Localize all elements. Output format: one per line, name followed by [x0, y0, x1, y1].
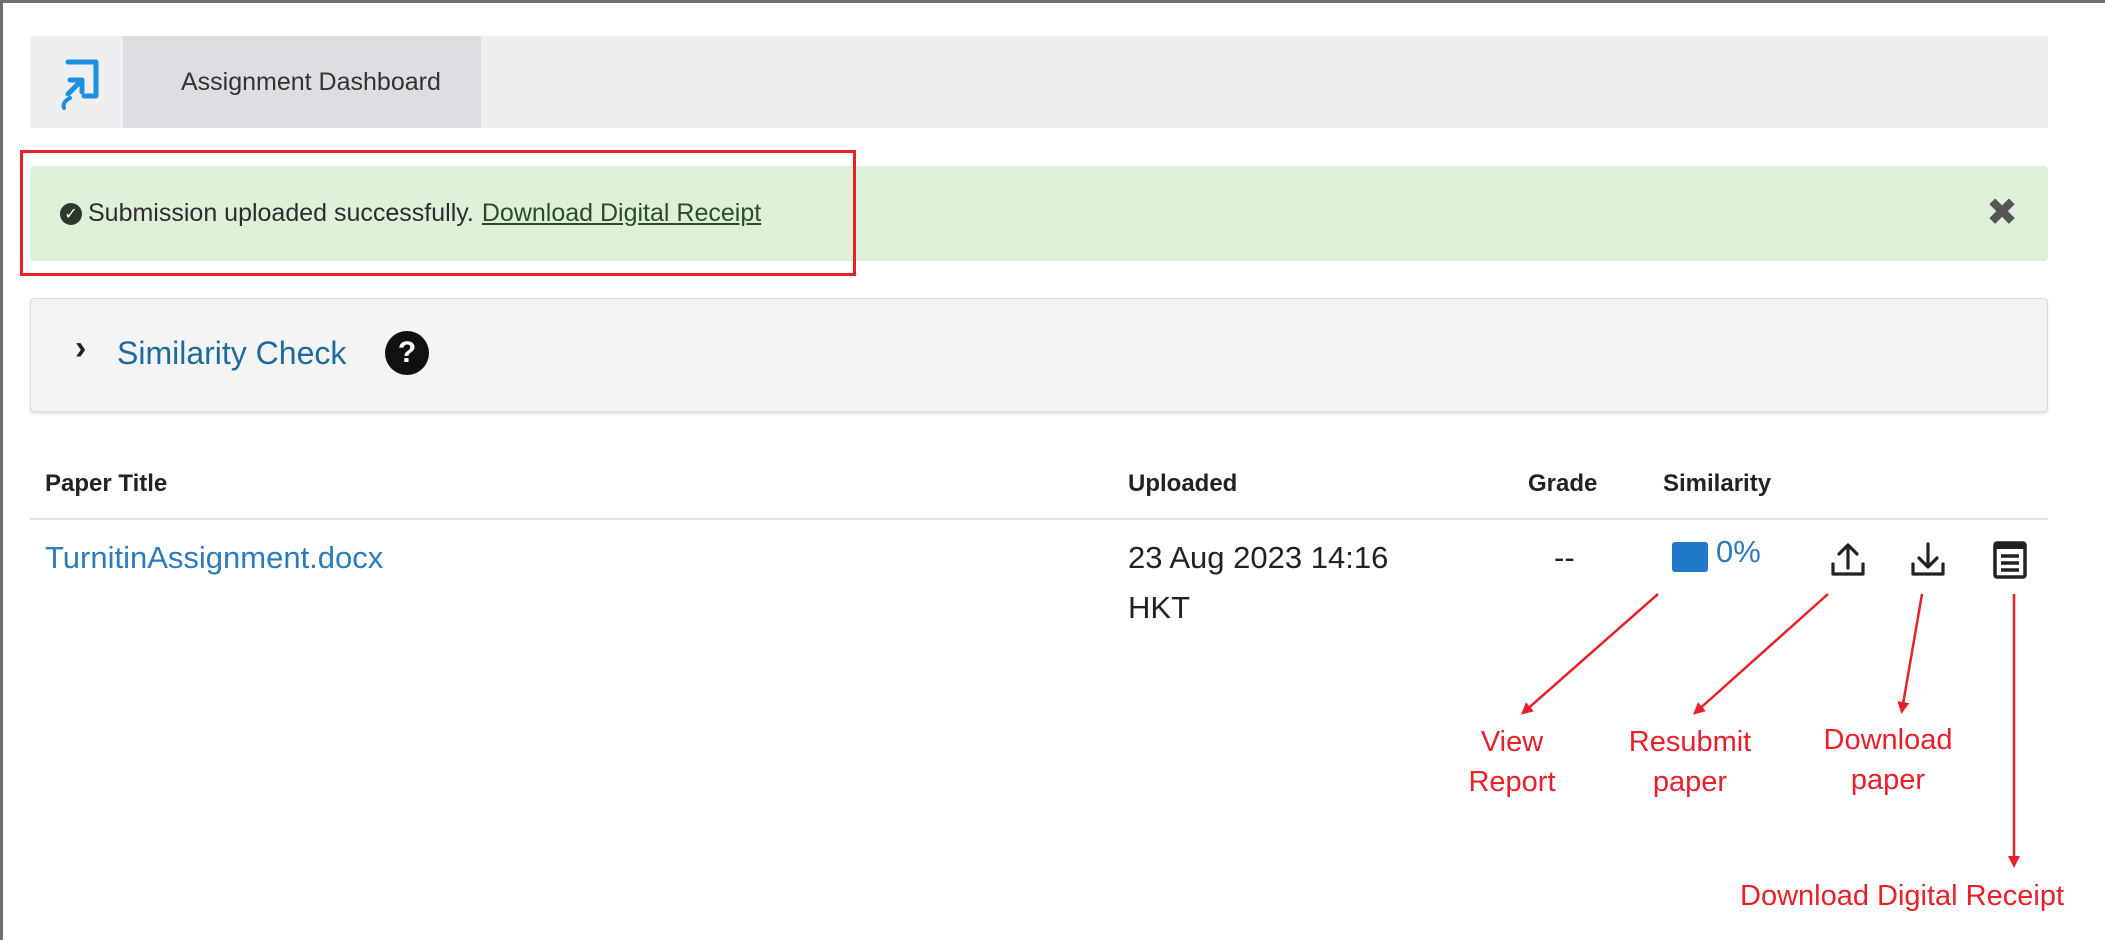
annotation-arrows	[1520, 593, 2020, 868]
annotation-download-receipt: Download Digital Receipt	[1740, 880, 2064, 912]
annotation-view-report: View Report	[1468, 726, 1556, 798]
annotation-download-paper: Download paper	[1823, 724, 1953, 796]
annotation-resubmit: Resubmit paper	[1628, 726, 1752, 798]
arrow-resubmit	[1693, 593, 1829, 715]
arrow-download-paper	[1897, 593, 1924, 714]
arrow-view-report	[1520, 593, 1659, 715]
